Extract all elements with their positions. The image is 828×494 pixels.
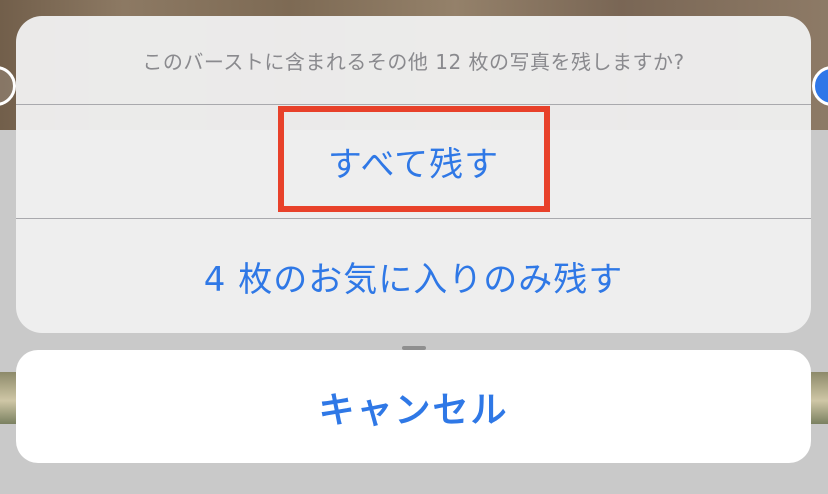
keep-favorites-only-button[interactable]: 4 枚のお気に入りのみ残す — [16, 219, 811, 333]
cancel-button[interactable]: キャンセル — [16, 350, 811, 463]
background-thumbnail-right — [810, 372, 828, 424]
action-sheet-message: このバーストに含まれるその他 12 枚の写真を残しますか? — [142, 49, 685, 74]
highlight-annotation-box — [278, 106, 550, 212]
